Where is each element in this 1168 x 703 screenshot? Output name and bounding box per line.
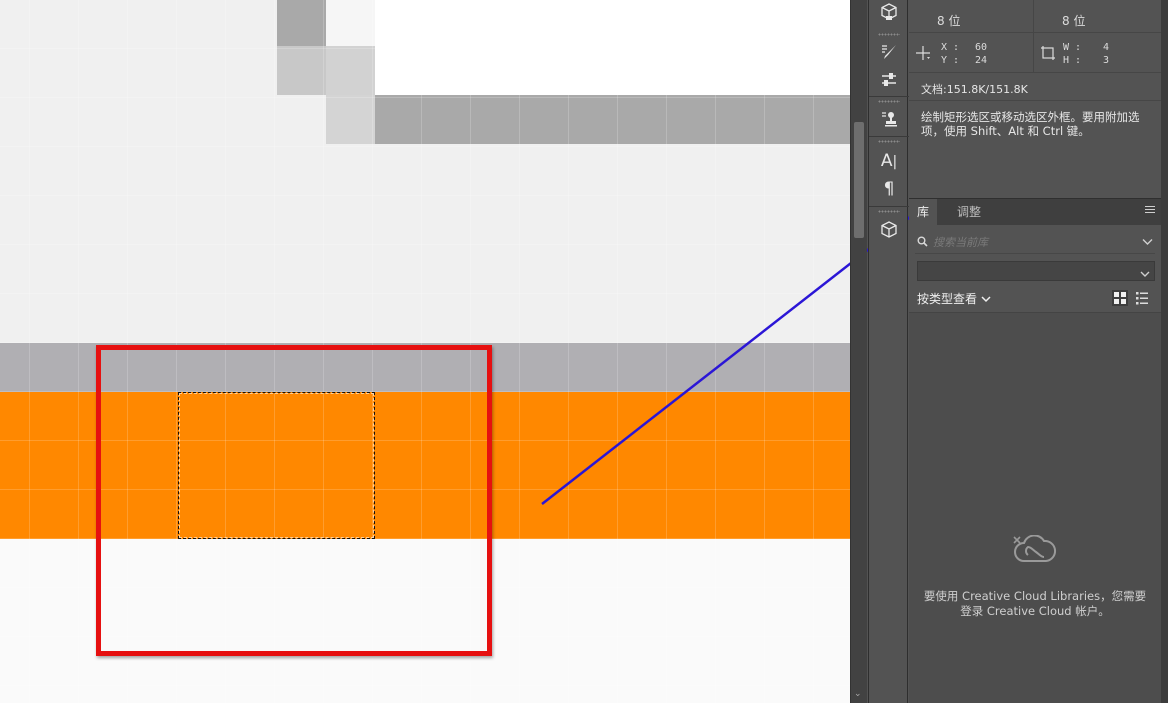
creative-cloud-login-message: 要使用 Creative Cloud Libraries，您需要登录 Creat…	[923, 589, 1147, 618]
library-select[interactable]	[917, 261, 1155, 281]
list-view-icon[interactable]	[1134, 290, 1150, 306]
chevron-down-icon[interactable]	[1142, 235, 1153, 249]
right-panel: 8 位 8 位 X : 60 Y : 24 W : 4 H : 3 文档:151.8K/…	[909, 0, 1161, 703]
library-search-input[interactable]	[933, 233, 1133, 251]
panel-grip[interactable]	[878, 210, 900, 213]
pixel-light-1	[326, 0, 375, 46]
y-label: Y :	[941, 55, 960, 66]
selection-size-icon	[1040, 45, 1056, 64]
w-value: 4	[1102, 42, 1109, 53]
gray-stripe-top	[375, 95, 850, 144]
crosshair-icon	[915, 45, 931, 64]
panel-icon-strip: A| ¶	[868, 0, 909, 703]
library-search	[915, 231, 1155, 254]
brush-presets-icon[interactable]	[876, 40, 902, 64]
library-tab-bar: 库 调整	[909, 198, 1161, 226]
view-by-type-label: 按类型查看	[917, 292, 978, 306]
creative-cloud-icon	[1012, 534, 1058, 570]
pixel-mid-2	[326, 46, 375, 95]
x-value: 60	[974, 42, 987, 53]
panel-grip[interactable]	[878, 100, 900, 103]
tab-libraries[interactable]: 库	[909, 199, 938, 226]
document-canvas[interactable]	[0, 0, 850, 703]
library-content: 要使用 Creative Cloud Libraries，您需要登录 Creat…	[909, 312, 1161, 703]
x-label: X :	[941, 42, 960, 53]
3d-cube-icon[interactable]	[876, 0, 902, 24]
chevron-down-icon	[981, 292, 991, 306]
scroll-down-icon[interactable]: ⌄	[854, 689, 862, 699]
pixel-mid-3	[326, 95, 375, 144]
scrollbar-thumb[interactable]	[854, 122, 864, 238]
info-panel: 8 位 8 位 X : 60 Y : 24 W : 4 H : 3 文档:151.8K/…	[909, 0, 1161, 196]
white-area	[375, 0, 850, 95]
h-value: 3	[1102, 55, 1109, 66]
clone-stamp-icon[interactable]	[876, 107, 902, 131]
panel-grip[interactable]	[878, 140, 900, 143]
bit-depth-left: 8 位	[937, 14, 961, 28]
search-icon	[917, 236, 928, 250]
paragraph-icon[interactable]: ¶	[876, 177, 902, 201]
pixel-dark-1	[277, 0, 326, 46]
grid-view-icon[interactable]	[1112, 290, 1128, 306]
view-by-row: 按类型查看	[917, 290, 1157, 308]
tab-adjustments[interactable]: 调整	[949, 199, 989, 226]
3d-box-icon[interactable]	[876, 218, 902, 242]
canvas-vertical-scrollbar[interactable]: ⌄	[850, 0, 867, 703]
w-label: W :	[1063, 42, 1082, 53]
y-value: 24	[974, 55, 987, 66]
view-by-type-dropdown[interactable]: 按类型查看	[917, 292, 991, 306]
sliders-icon[interactable]	[876, 68, 902, 92]
character-icon[interactable]: A|	[876, 149, 902, 173]
selection-dimensions: W : 4 H : 3	[1063, 41, 1109, 67]
pixel-mid-1	[277, 46, 326, 95]
h-label: H :	[1063, 55, 1082, 66]
panel-grip[interactable]	[878, 33, 900, 36]
red-annotation-box	[96, 345, 492, 656]
cursor-coordinates: X : 60 Y : 24	[941, 41, 987, 67]
panel-menu-icon[interactable]	[1145, 206, 1155, 215]
panel-scrollbar[interactable]	[1161, 0, 1168, 703]
bit-depth-right: 8 位	[1062, 14, 1086, 28]
chevron-down-icon	[1140, 267, 1150, 281]
document-size: 文档:151.8K/151.8K	[921, 83, 1028, 96]
tool-hint-text: 绘制矩形选区或移动选区外框。要用附加选项，使用 Shift、Alt 和 Ctrl…	[921, 110, 1140, 138]
